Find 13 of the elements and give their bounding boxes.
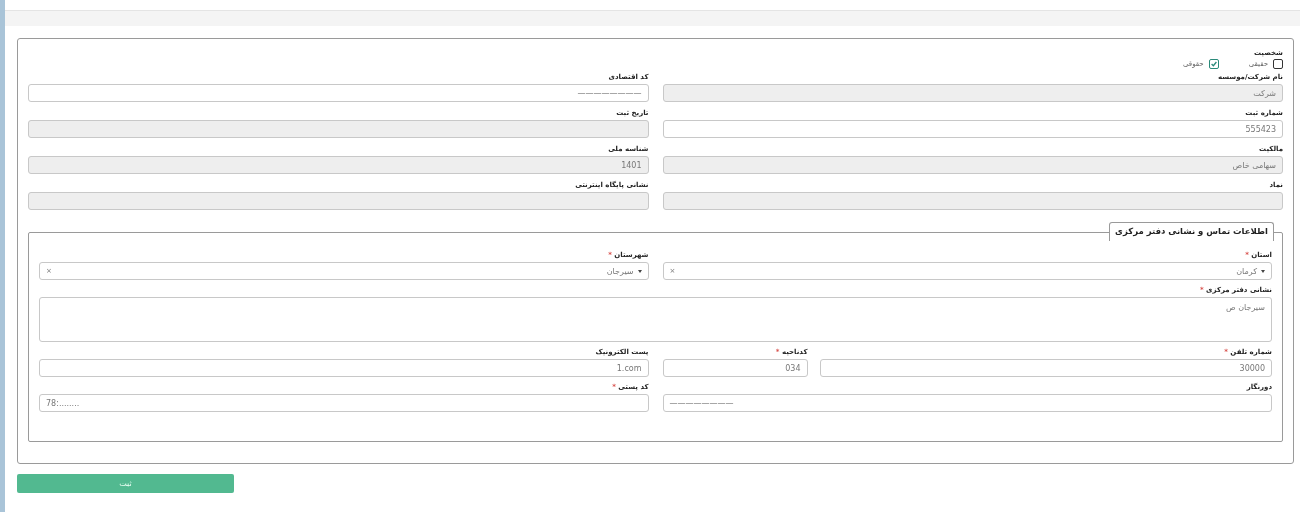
caret-icon [637,269,642,273]
input-field[interactable]: 034 [662,359,808,377]
input-field[interactable]: ———————— [662,394,1272,412]
input-field[interactable]: ———————— [28,84,649,102]
checkbox[interactable] [1208,59,1219,69]
input-field[interactable]: 78:........ [39,394,649,412]
fieldset-legend: اطلاعات تماس و نشانی دفتر مرکزی [1109,222,1274,241]
input-field[interactable]: 1.com [39,359,649,377]
input-field[interactable]: 555423 [662,120,1283,138]
input-field[interactable]: 30000 [819,359,1272,377]
text-area[interactable]: سیرجان ص [39,297,1272,342]
caret-icon [1261,269,1265,273]
checkbox[interactable] [1273,59,1283,69]
